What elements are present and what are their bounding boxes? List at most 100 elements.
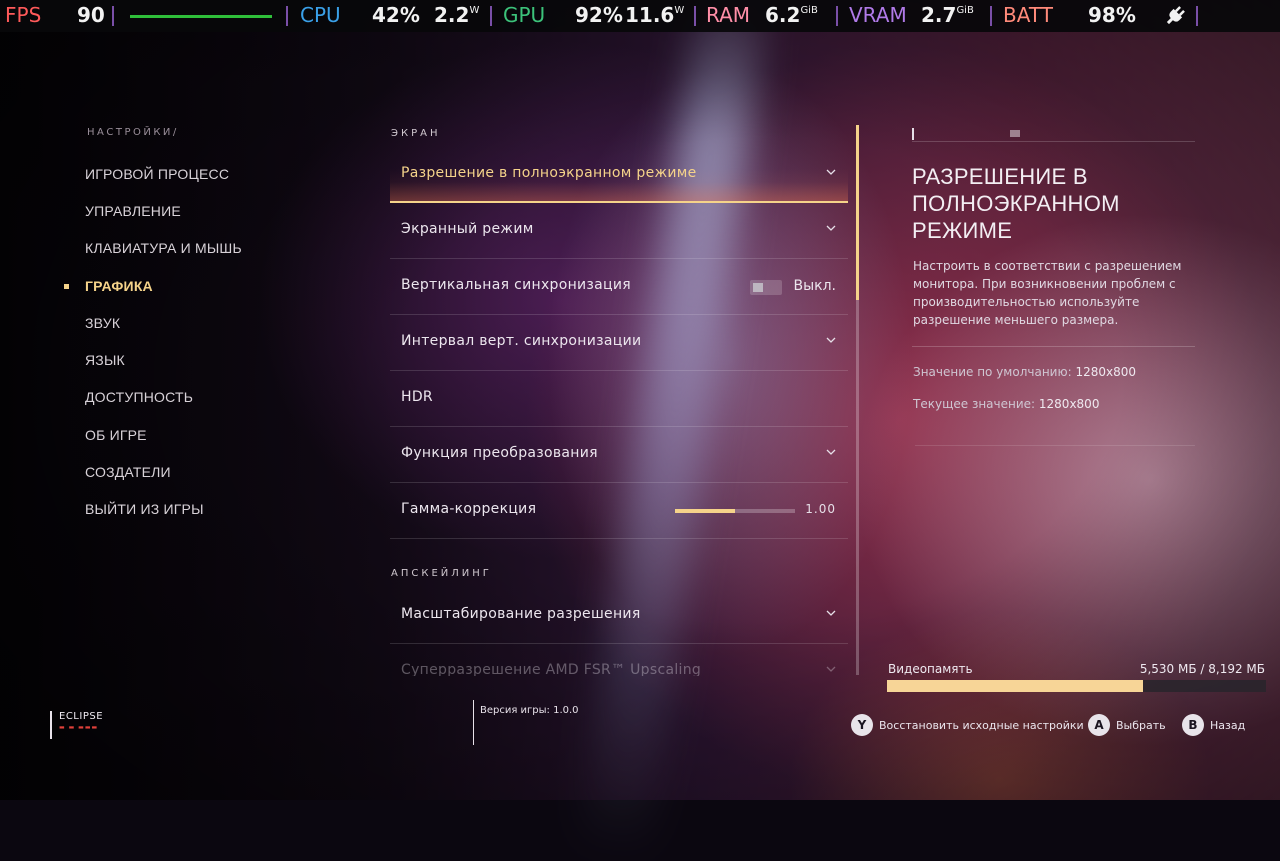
performance-overlay: FPS 90 CPU 42% 2.2W GPU 92% 11.6W RAM 6.… xyxy=(0,0,1280,32)
nav-item-controls[interactable]: УПРАВЛЕНИЕ xyxy=(85,203,181,223)
ram-value: 6.2 xyxy=(765,3,801,27)
nav-item-label: ОБ ИГРЕ xyxy=(85,427,147,443)
setting-row-fullscreen-resolution[interactable]: Разрешение в полноэкранном режиме xyxy=(390,147,848,203)
setting-label: HDR xyxy=(401,389,433,405)
setting-row-display-mode[interactable]: Экранный режим xyxy=(390,203,848,259)
detail-default-line: Значение по умолчанию: 1280x800 xyxy=(913,365,1136,379)
ram-unit: GiB xyxy=(800,5,818,16)
fps-value: 90 xyxy=(77,3,105,27)
nav-item-gameplay[interactable]: ИГРОВОЙ ПРОЦЕСС xyxy=(85,166,229,186)
gpu-power-unit: W xyxy=(674,5,685,16)
vsync-toggle[interactable] xyxy=(750,280,782,295)
setting-label: Гамма-коррекция xyxy=(401,501,537,517)
gpu-label: GPU xyxy=(503,3,546,27)
decor-mark xyxy=(912,128,914,140)
nav-item-label: ИГРОВОЙ ПРОЦЕСС xyxy=(85,166,230,182)
chevron-down-icon xyxy=(826,337,836,343)
vram-label: VRAM xyxy=(849,3,907,27)
detail-decor-strip xyxy=(912,127,1195,142)
setting-label: Вертикальная синхронизация xyxy=(401,277,632,293)
frametime-graph xyxy=(130,15,272,18)
nav-item-graphics[interactable]: ГРАФИКА xyxy=(64,278,153,298)
setting-label: Разрешение в полноэкранном режиме xyxy=(401,165,697,181)
gpu-percent: 92% xyxy=(575,3,623,27)
a-button-icon: A xyxy=(1088,714,1110,736)
nav-item-label: ГРАФИКА xyxy=(85,278,153,294)
gpu-power: 11.6 xyxy=(625,3,675,27)
cpu-percent: 42% xyxy=(372,3,420,27)
nav-item-label: ЗВУК xyxy=(85,315,121,331)
gamma-slider[interactable] xyxy=(675,509,795,513)
version-divider xyxy=(473,700,474,745)
setting-row-gamma[interactable]: Гамма-коррекция 1.00 xyxy=(390,483,848,539)
nav-item-label: УПРАВЛЕНИЕ xyxy=(85,203,181,219)
setting-row-amd-fsr[interactable]: Суперразрешение AMD FSR™ Upscaling xyxy=(390,644,848,676)
current-value-label: Текущее значение: xyxy=(913,397,1036,411)
gamma-slider-fill xyxy=(675,509,735,513)
nav-item-quit[interactable]: ВЫЙТИ ИЗ ИГРЫ xyxy=(85,501,204,521)
y-button-icon: Y xyxy=(851,714,873,736)
nav-item-language[interactable]: ЯЗЫК xyxy=(85,352,125,372)
vram-usage-fill xyxy=(887,680,1143,692)
setting-label: Масштабирование разрешения xyxy=(401,606,641,622)
nav-item-credits[interactable]: СОЗДАТЕЛИ xyxy=(85,464,171,484)
section-title-upscaling: АПСКЕЙЛИНГ xyxy=(391,568,492,579)
vram-usage-label: Видеопамять xyxy=(888,662,973,676)
cpu-power: 2.2 xyxy=(434,3,470,27)
nav-item-label: ВЫЙТИ ИЗ ИГРЫ xyxy=(85,501,204,517)
setting-row-vsync[interactable]: Вертикальная синхронизация Выкл. xyxy=(390,259,848,315)
vram-value: 2.7 xyxy=(921,3,957,27)
nav-item-accessibility[interactable]: ДОСТУПНОСТЬ xyxy=(85,389,193,409)
nav-item-label: СОЗДАТЕЛИ xyxy=(85,464,171,480)
vram-unit: GiB xyxy=(956,5,974,16)
detail-current-line: Текущее значение: 1280x800 xyxy=(913,397,1099,411)
batt-label: BATT xyxy=(1003,3,1053,27)
overlay-separator xyxy=(490,6,492,26)
game-version: Версия игры: 1.0.0 xyxy=(480,705,579,716)
detail-title: РАЗРЕШЕНИЕ В ПОЛНОЭКРАННОМ РЕЖИМЕ xyxy=(912,164,1120,243)
logo-name: ECLIPSE xyxy=(59,711,104,722)
plug-icon xyxy=(1166,6,1185,25)
setting-row-vsync-interval[interactable]: Интервал верт. синхронизации xyxy=(390,315,848,371)
chevron-down-icon xyxy=(826,169,836,175)
chevron-down-icon xyxy=(826,449,836,455)
nav-item-label: ДОСТУПНОСТЬ xyxy=(85,389,194,405)
hint-label: Выбрать xyxy=(1116,719,1166,732)
detail-description: Настроить в соответствии с разрешением м… xyxy=(913,259,1182,327)
hint-label: Восстановить исходные настройки xyxy=(879,719,1084,732)
overlay-separator xyxy=(112,6,114,26)
setting-row-tonemapping[interactable]: Функция преобразования xyxy=(390,427,848,483)
detail-decor-line xyxy=(915,441,1195,446)
nav-item-sound[interactable]: ЗВУК xyxy=(85,315,120,335)
overlay-separator xyxy=(694,6,696,26)
hint-label: Назад xyxy=(1210,719,1246,732)
ram-label: RAM xyxy=(706,3,751,27)
nav-item-about[interactable]: ОБ ИГРЕ xyxy=(85,427,147,447)
active-indicator xyxy=(64,284,69,289)
settings-scrollbar[interactable] xyxy=(856,125,859,675)
game-logo: ECLIPSE ▬ ▬ ▬▬▬ xyxy=(50,711,103,739)
scrollbar-thumb[interactable] xyxy=(856,125,859,300)
overlay-separator xyxy=(990,6,992,26)
chevron-down-icon xyxy=(826,666,836,672)
nav-item-label: ЯЗЫК xyxy=(85,352,125,368)
default-value: 1280x800 xyxy=(1075,365,1136,379)
section-title-screen: ЭКРАН xyxy=(391,128,441,139)
detail-divider xyxy=(912,346,1195,347)
overlay-separator xyxy=(836,6,838,26)
decor-chip xyxy=(1010,130,1020,137)
fps-label: FPS xyxy=(5,3,42,27)
setting-label: Функция преобразования xyxy=(401,445,598,461)
cpu-power-unit: W xyxy=(469,5,480,16)
overlay-separator xyxy=(1196,6,1198,26)
setting-row-resolution-scaling[interactable]: Масштабирование разрешения xyxy=(390,588,848,644)
logo-tagline-graphic: ▬ ▬ ▬▬▬ xyxy=(59,724,99,731)
vram-usage-value: 5,530 МБ / 8,192 МБ xyxy=(1139,662,1265,676)
default-value-label: Значение по умолчанию: xyxy=(913,365,1072,379)
breadcrumb: НАСТРОЙКИ/ xyxy=(87,127,179,138)
nav-item-keyboard-mouse[interactable]: КЛАВИАТУРА И МЫШЬ xyxy=(85,240,242,260)
overlay-separator xyxy=(286,6,288,26)
setting-row-hdr[interactable]: HDR xyxy=(390,371,848,427)
setting-label: Суперразрешение AMD FSR™ Upscaling xyxy=(401,662,702,676)
setting-label: Интервал верт. синхронизации xyxy=(401,333,642,349)
